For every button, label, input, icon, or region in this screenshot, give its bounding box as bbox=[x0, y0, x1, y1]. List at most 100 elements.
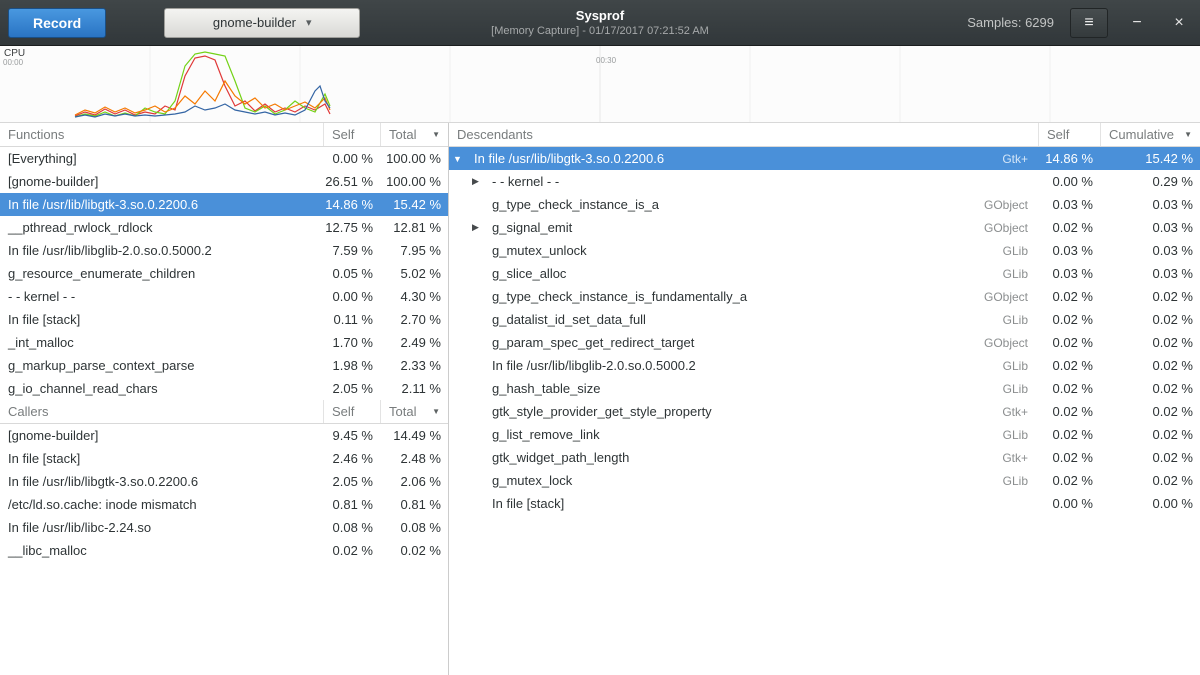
table-row[interactable]: [gnome-builder]26.51 %100.00 % bbox=[0, 170, 448, 193]
cumulative-value: 15.42 % bbox=[1100, 151, 1200, 166]
self-value: 0.03 % bbox=[1038, 197, 1100, 212]
table-row[interactable]: g_mutex_unlockGLib0.03 %0.03 % bbox=[449, 239, 1200, 262]
function-name: In file /usr/lib/libgtk-3.so.0.2200.6 bbox=[466, 151, 1002, 166]
function-name: In file [stack] bbox=[484, 496, 1028, 511]
column-header-descendants[interactable]: Descendants bbox=[449, 123, 1038, 146]
total-value: 0.08 % bbox=[380, 520, 448, 535]
cumulative-value: 0.02 % bbox=[1100, 289, 1200, 304]
self-value: 1.98 % bbox=[323, 358, 380, 373]
table-row[interactable]: In file /usr/lib/libgtk-3.so.0.2200.62.0… bbox=[0, 470, 448, 493]
table-row[interactable]: __pthread_rwlock_rdlock12.75 %12.81 % bbox=[0, 216, 448, 239]
table-row[interactable]: In file /usr/lib/libgtk-3.so.0.2200.614.… bbox=[0, 193, 448, 216]
cumulative-value: 0.02 % bbox=[1100, 473, 1200, 488]
self-value: 0.02 % bbox=[1038, 289, 1100, 304]
column-header-functions[interactable]: Functions bbox=[0, 123, 323, 146]
table-row[interactable]: In file [stack]0.11 %2.70 % bbox=[0, 308, 448, 331]
function-name: g_signal_emit bbox=[484, 220, 984, 235]
self-value: 0.03 % bbox=[1038, 243, 1100, 258]
function-name: g_type_check_instance_is_fundamentally_a bbox=[484, 289, 984, 304]
table-row[interactable]: g_list_remove_linkGLib0.02 %0.02 % bbox=[449, 423, 1200, 446]
table-row[interactable]: g_io_channel_read_chars2.05 %2.11 % bbox=[0, 377, 448, 400]
table-row[interactable]: In file /usr/lib/libc-2.24.so0.08 %0.08 … bbox=[0, 516, 448, 539]
self-value: 1.70 % bbox=[323, 335, 380, 350]
table-row[interactable]: In file [stack]0.00 %0.00 % bbox=[449, 492, 1200, 515]
expander-closed-icon[interactable]: ▶ bbox=[467, 176, 484, 187]
table-row[interactable]: gtk_style_provider_get_style_propertyGtk… bbox=[449, 400, 1200, 423]
self-value: 0.05 % bbox=[323, 266, 380, 281]
app-title: Sysprof bbox=[300, 8, 900, 23]
menu-button[interactable]: ≡ bbox=[1070, 8, 1108, 38]
self-value: 7.59 % bbox=[323, 243, 380, 258]
category-label: GObject bbox=[984, 221, 1038, 235]
total-value: 2.49 % bbox=[380, 335, 448, 350]
expander-open-icon[interactable]: ▼ bbox=[449, 154, 466, 164]
self-value: 0.08 % bbox=[323, 520, 380, 535]
cpu-usage-graph[interactable]: CPU 00:00 00:30 bbox=[0, 46, 1200, 122]
self-value: 0.00 % bbox=[1038, 174, 1100, 189]
self-value: 0.02 % bbox=[1038, 450, 1100, 465]
table-row[interactable]: ▶- - kernel - -0.00 %0.29 % bbox=[449, 170, 1200, 193]
table-row[interactable]: g_slice_allocGLib0.03 %0.03 % bbox=[449, 262, 1200, 285]
table-row[interactable]: - - kernel - -0.00 %4.30 % bbox=[0, 285, 448, 308]
cumulative-value: 0.02 % bbox=[1100, 450, 1200, 465]
minimize-icon: − bbox=[1132, 14, 1141, 31]
table-row[interactable]: ▼In file /usr/lib/libgtk-3.so.0.2200.6Gt… bbox=[449, 147, 1200, 170]
table-row[interactable]: [Everything]0.00 %100.00 % bbox=[0, 147, 448, 170]
table-row[interactable]: gtk_widget_path_lengthGtk+0.02 %0.02 % bbox=[449, 446, 1200, 469]
cumulative-value: 0.03 % bbox=[1100, 220, 1200, 235]
self-value: 14.86 % bbox=[323, 197, 380, 212]
table-row[interactable]: [gnome-builder]9.45 %14.49 % bbox=[0, 424, 448, 447]
column-header-self[interactable]: Self bbox=[323, 123, 380, 146]
category-label: Gtk+ bbox=[1002, 451, 1038, 465]
record-button[interactable]: Record bbox=[8, 8, 106, 38]
table-row[interactable]: g_datalist_id_set_data_fullGLib0.02 %0.0… bbox=[449, 308, 1200, 331]
table-row[interactable]: g_hash_table_sizeGLib0.02 %0.02 % bbox=[449, 377, 1200, 400]
table-row[interactable]: In file [stack]2.46 %2.48 % bbox=[0, 447, 448, 470]
column-header-total[interactable]: Total ▼ bbox=[380, 123, 448, 146]
function-name: g_param_spec_get_redirect_target bbox=[484, 335, 984, 350]
table-row[interactable]: g_resource_enumerate_children0.05 %5.02 … bbox=[0, 262, 448, 285]
table-row[interactable]: In file /usr/lib/libglib-2.0.so.0.5000.2… bbox=[0, 239, 448, 262]
self-value: 0.02 % bbox=[1038, 381, 1100, 396]
function-name: __libc_malloc bbox=[0, 543, 323, 558]
column-header-self[interactable]: Self bbox=[1038, 123, 1100, 146]
cumulative-value: 0.02 % bbox=[1100, 335, 1200, 350]
self-value: 0.03 % bbox=[1038, 266, 1100, 281]
cumulative-value: 0.03 % bbox=[1100, 197, 1200, 212]
minimize-button[interactable]: − bbox=[1124, 8, 1150, 38]
function-name: gtk_widget_path_length bbox=[484, 450, 1002, 465]
close-button[interactable]: × bbox=[1166, 8, 1192, 38]
self-value: 14.86 % bbox=[1038, 151, 1100, 166]
self-value: 0.11 % bbox=[323, 312, 380, 327]
expander-closed-icon[interactable]: ▶ bbox=[467, 222, 484, 233]
process-selector-dropdown[interactable]: gnome-builder ▾ bbox=[164, 8, 360, 38]
column-header-self[interactable]: Self bbox=[323, 400, 380, 423]
function-name: [gnome-builder] bbox=[0, 428, 323, 443]
column-header-callers[interactable]: Callers bbox=[0, 400, 323, 423]
column-header-total[interactable]: Total ▼ bbox=[380, 400, 448, 423]
self-value: 0.00 % bbox=[323, 151, 380, 166]
table-row[interactable]: g_markup_parse_context_parse1.98 %2.33 % bbox=[0, 354, 448, 377]
table-row[interactable]: In file /usr/lib/libglib-2.0.so.0.5000.2… bbox=[449, 354, 1200, 377]
table-row[interactable]: _int_malloc1.70 %2.49 % bbox=[0, 331, 448, 354]
sort-indicator-icon: ▼ bbox=[422, 407, 440, 416]
table-row[interactable]: g_type_check_instance_is_fundamentally_a… bbox=[449, 285, 1200, 308]
function-name: g_slice_alloc bbox=[484, 266, 1003, 281]
self-value: 0.02 % bbox=[1038, 220, 1100, 235]
close-icon: × bbox=[1174, 14, 1183, 31]
total-value: 0.81 % bbox=[380, 497, 448, 512]
total-value: 14.49 % bbox=[380, 428, 448, 443]
table-row[interactable]: g_type_check_instance_is_aGObject0.03 %0… bbox=[449, 193, 1200, 216]
cumulative-value: 0.03 % bbox=[1100, 243, 1200, 258]
function-name: [Everything] bbox=[0, 151, 323, 166]
table-row[interactable]: /etc/ld.so.cache: inode mismatch0.81 %0.… bbox=[0, 493, 448, 516]
table-row[interactable]: __libc_malloc0.02 %0.02 % bbox=[0, 539, 448, 562]
table-row[interactable]: ▶g_signal_emitGObject0.02 %0.03 % bbox=[449, 216, 1200, 239]
table-row[interactable]: g_param_spec_get_redirect_targetGObject0… bbox=[449, 331, 1200, 354]
table-row[interactable]: g_mutex_lockGLib0.02 %0.02 % bbox=[449, 469, 1200, 492]
function-name: In file /usr/lib/libglib-2.0.so.0.5000.2 bbox=[0, 243, 323, 258]
self-value: 9.45 % bbox=[323, 428, 380, 443]
self-value: 0.81 % bbox=[323, 497, 380, 512]
function-name: g_resource_enumerate_children bbox=[0, 266, 323, 281]
column-header-cumulative[interactable]: Cumulative ▼ bbox=[1100, 123, 1200, 146]
